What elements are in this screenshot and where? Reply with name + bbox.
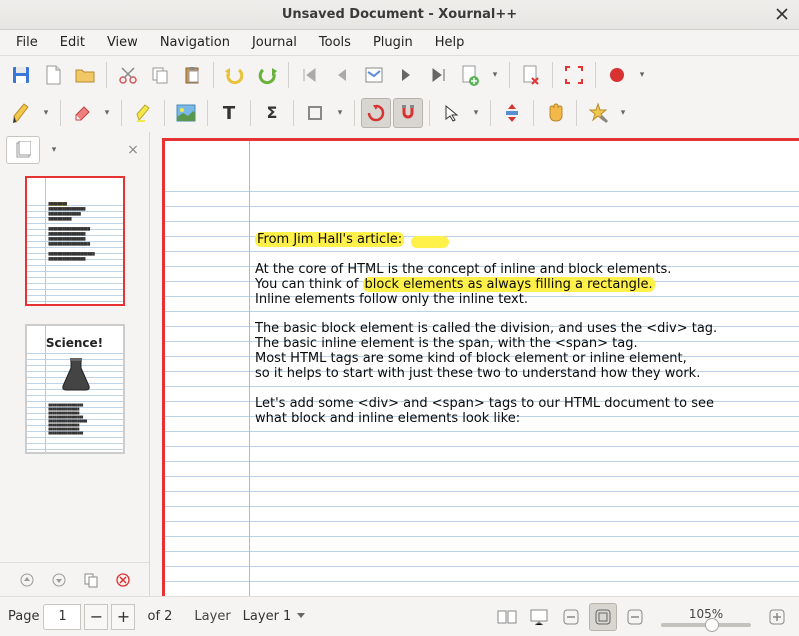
insert-page-button[interactable] bbox=[455, 60, 485, 90]
menubar: File Edit View Navigation Journal Tools … bbox=[0, 30, 799, 56]
paired-pages-button[interactable] bbox=[493, 603, 521, 631]
page-total: of 2 bbox=[147, 609, 172, 624]
delete-page-button[interactable] bbox=[516, 60, 546, 90]
zoom-in-button[interactable] bbox=[763, 603, 791, 631]
menu-file[interactable]: File bbox=[6, 32, 48, 53]
svg-text:T: T bbox=[223, 104, 236, 122]
eraser-dropdown[interactable]: ▾ bbox=[99, 108, 115, 118]
menu-plugin[interactable]: Plugin bbox=[363, 32, 423, 53]
eraser-tool[interactable] bbox=[67, 98, 97, 128]
zoom-fit-button[interactable] bbox=[589, 603, 617, 631]
fullscreen-button[interactable] bbox=[559, 60, 589, 90]
thumbnail-1[interactable]: ████████████████████████████████████████… bbox=[25, 176, 125, 306]
sidebar-pages-button[interactable] bbox=[6, 136, 40, 164]
delete-thumb-button[interactable] bbox=[110, 567, 136, 593]
paste-button[interactable] bbox=[177, 60, 207, 90]
titlebar: Unsaved Document - Xournal++ bbox=[0, 0, 799, 30]
save-button[interactable] bbox=[6, 60, 36, 90]
menu-view[interactable]: View bbox=[97, 32, 148, 53]
page-text: From Jim Hall's article: At the core of … bbox=[255, 233, 799, 427]
new-button[interactable] bbox=[38, 60, 68, 90]
pen-dropdown[interactable]: ▾ bbox=[38, 108, 54, 118]
move-up-button[interactable] bbox=[14, 567, 40, 593]
first-page-button[interactable] bbox=[295, 60, 325, 90]
annotated-pages-button[interactable] bbox=[359, 60, 389, 90]
thumbnail-2[interactable]: Science! ███████████████████████████████… bbox=[25, 324, 125, 454]
undo-button[interactable] bbox=[220, 60, 250, 90]
record-button[interactable] bbox=[602, 60, 632, 90]
toolbar-tools: ▾ ▾ T Σ ▾ ▾ ▾ bbox=[0, 94, 799, 132]
move-down-button[interactable] bbox=[46, 567, 72, 593]
text-tool[interactable]: T bbox=[214, 98, 244, 128]
page-number-input[interactable]: 1 bbox=[43, 604, 81, 630]
window-title: Unsaved Document - Xournal++ bbox=[282, 7, 517, 22]
record-dropdown[interactable]: ▾ bbox=[634, 70, 650, 80]
close-button[interactable] bbox=[773, 5, 791, 23]
duplicate-button[interactable] bbox=[78, 567, 104, 593]
insert-page-dropdown[interactable]: ▾ bbox=[487, 70, 503, 80]
page-minus-button[interactable]: − bbox=[84, 604, 108, 630]
page-label: Page bbox=[8, 609, 39, 624]
presentation-button[interactable] bbox=[525, 603, 553, 631]
menu-tools[interactable]: Tools bbox=[309, 32, 361, 53]
pen-tool[interactable] bbox=[6, 98, 36, 128]
statusbar: Page 1 − + of 2 Layer Layer 1 105% bbox=[0, 596, 799, 636]
page-1: From Jim Hall's article: At the core of … bbox=[162, 138, 799, 596]
layer-label: Layer bbox=[194, 609, 230, 624]
snap-button[interactable] bbox=[393, 98, 423, 128]
redo-button[interactable] bbox=[252, 60, 282, 90]
vertical-space-tool[interactable] bbox=[497, 98, 527, 128]
copy-button[interactable] bbox=[145, 60, 175, 90]
toolbar-main: ▾ ▾ bbox=[0, 56, 799, 94]
highlighter-tool[interactable] bbox=[128, 98, 158, 128]
svg-text:Σ: Σ bbox=[267, 104, 278, 122]
zoom-slider[interactable] bbox=[661, 623, 751, 627]
thumb-science-label: Science! bbox=[27, 336, 123, 350]
zoom-percent: 105% bbox=[689, 607, 723, 621]
last-page-button[interactable] bbox=[423, 60, 453, 90]
menu-help[interactable]: Help bbox=[425, 32, 475, 53]
flask-icon bbox=[57, 356, 95, 394]
zoom-100-button[interactable] bbox=[621, 603, 649, 631]
latex-tool[interactable]: Σ bbox=[257, 98, 287, 128]
open-button[interactable] bbox=[70, 60, 100, 90]
layer-select[interactable]: Layer 1 bbox=[237, 606, 308, 627]
toolbox-button[interactable] bbox=[583, 98, 613, 128]
cut-button[interactable] bbox=[113, 60, 143, 90]
sidebar: ▾ × ████████████████████████████████████… bbox=[0, 132, 150, 596]
shape-tool[interactable] bbox=[300, 98, 330, 128]
next-page-button[interactable] bbox=[391, 60, 421, 90]
menu-edit[interactable]: Edit bbox=[50, 32, 95, 53]
select-tool[interactable] bbox=[436, 98, 466, 128]
hand-tool[interactable] bbox=[540, 98, 570, 128]
toolbox-dropdown[interactable]: ▾ bbox=[615, 108, 631, 118]
image-tool[interactable] bbox=[171, 98, 201, 128]
sidebar-pages-dropdown[interactable]: ▾ bbox=[46, 145, 62, 155]
thumbnails: ████████████████████████████████████████… bbox=[0, 168, 149, 562]
prev-page-button[interactable] bbox=[327, 60, 357, 90]
page-plus-button[interactable]: + bbox=[111, 604, 135, 630]
zoom-out-button[interactable] bbox=[557, 603, 585, 631]
sidebar-close-button[interactable]: × bbox=[123, 140, 143, 160]
select-dropdown[interactable]: ▾ bbox=[468, 108, 484, 118]
menu-navigation[interactable]: Navigation bbox=[150, 32, 240, 53]
shape-recognizer-button[interactable] bbox=[361, 98, 391, 128]
main-canvas[interactable]: From Jim Hall's article: At the core of … bbox=[150, 132, 799, 596]
menu-journal[interactable]: Journal bbox=[242, 32, 307, 53]
shape-dropdown[interactable]: ▾ bbox=[332, 108, 348, 118]
